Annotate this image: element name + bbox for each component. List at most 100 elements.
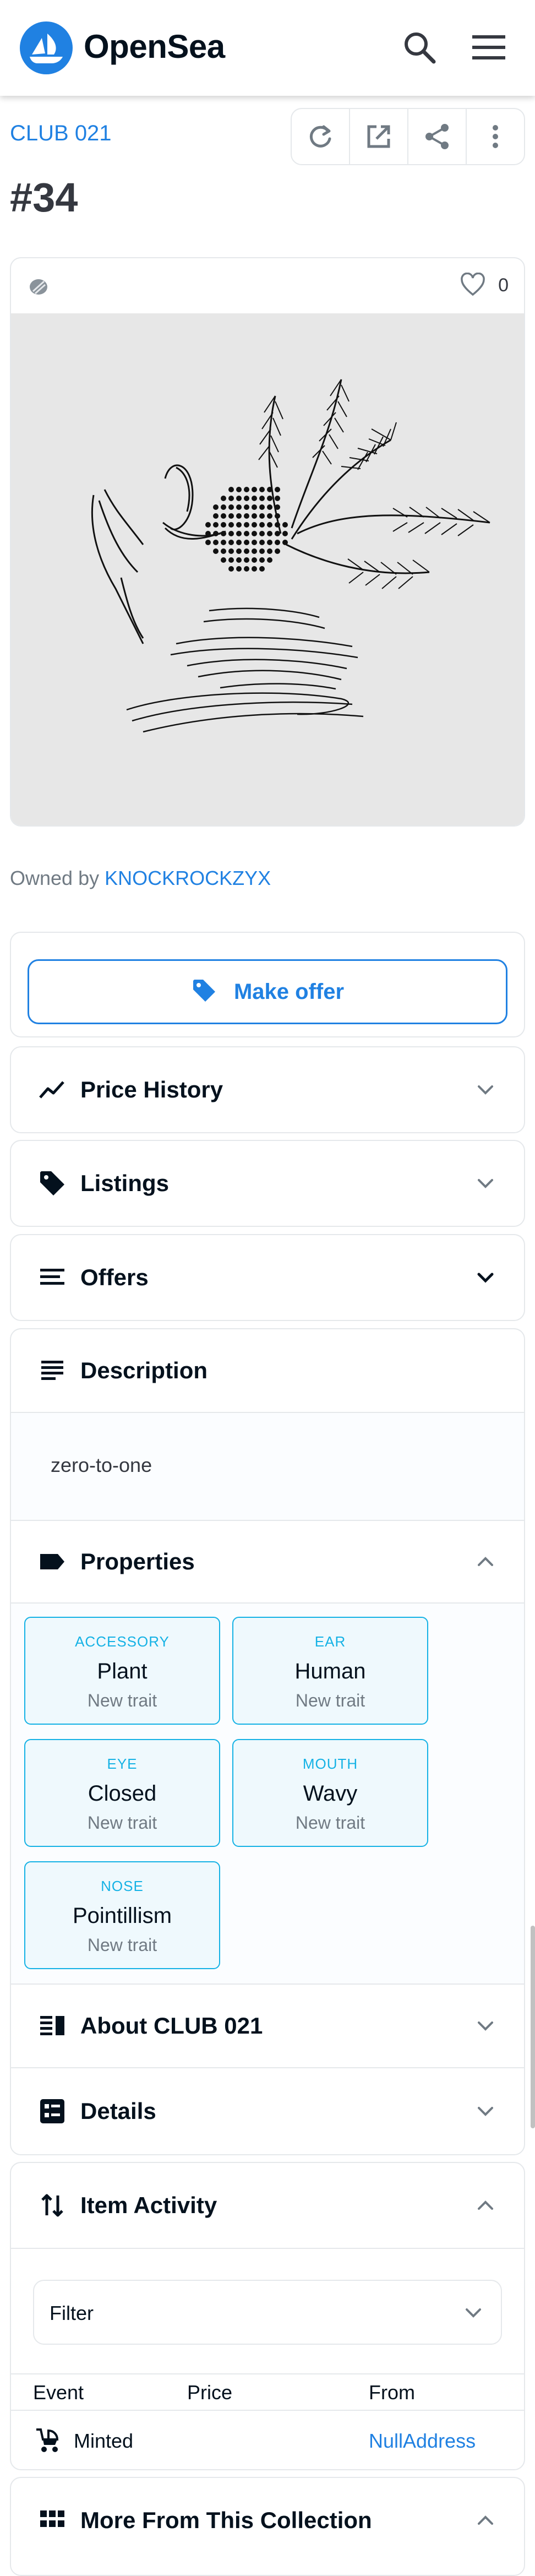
table-row: Minted NullAddress (11, 2409, 524, 2469)
description-body: zero-to-one (11, 1413, 524, 1520)
properties-grid: ACCESSORY Plant New trait EAR Human New … (11, 1604, 524, 1983)
collection-link[interactable]: CLUB 021 (10, 121, 112, 146)
offers-label: Offers (80, 1264, 149, 1290)
chevron-up-icon (473, 1550, 498, 1574)
chain-icon (28, 275, 50, 300)
about-collection-icon (37, 2011, 67, 2041)
tag-icon (191, 977, 217, 1007)
more-from-collection-header[interactable]: More From This Collection (11, 2478, 524, 2563)
trait-rarity: New trait (87, 1935, 157, 1955)
from-address-link[interactable]: NullAddress (369, 2430, 476, 2453)
trait-card[interactable]: EAR Human New trait (232, 1617, 428, 1725)
swap-vertical-icon (37, 2191, 67, 2220)
chevron-down-icon (473, 2099, 498, 2123)
make-offer-label: Make offer (233, 979, 345, 1004)
trait-type: MOUTH (302, 1756, 358, 1772)
grid-icon (37, 2506, 67, 2535)
trait-value: Pointillism (72, 1904, 172, 1928)
details-header[interactable]: Details (11, 2068, 524, 2154)
listings-label: Listings (80, 1170, 170, 1196)
top-nav-bar: OpenSea (0, 0, 535, 96)
list-icon (37, 1263, 67, 1292)
trait-card[interactable]: EYE Closed New trait (24, 1739, 220, 1847)
trait-card[interactable]: NOSE Pointillism New trait (24, 1861, 220, 1969)
item-activity-panel: Item Activity Filter Event Price From Mi… (10, 2162, 525, 2470)
search-icon[interactable] (400, 28, 439, 67)
item-activity-label: Item Activity (80, 2192, 217, 2218)
more-vertical-icon[interactable] (467, 109, 524, 164)
trait-value: Wavy (303, 1781, 358, 1806)
trait-value: Plant (97, 1659, 148, 1683)
description-label: Description (80, 1357, 208, 1383)
listings-header[interactable]: Listings (11, 1141, 524, 1226)
price-history-panel[interactable]: Price History (10, 1046, 525, 1133)
share-icon[interactable] (408, 109, 467, 164)
details-label: Details (80, 2098, 156, 2124)
label-icon (37, 1547, 67, 1577)
trait-type: EYE (107, 1756, 138, 1772)
about-label: About CLUB 021 (80, 2013, 263, 2039)
item-action-bar (291, 108, 525, 165)
chart-line-icon (37, 1075, 67, 1105)
owner-link[interactable]: KNOCKROCKZYX (105, 867, 271, 889)
external-link-icon[interactable] (350, 109, 408, 164)
chevron-down-icon (473, 2014, 498, 2038)
refresh-icon[interactable] (292, 109, 350, 164)
page-scrollbar[interactable] (531, 1926, 535, 2128)
trait-card[interactable]: ACCESSORY Plant New trait (24, 1617, 220, 1725)
price-history-header[interactable]: Price History (11, 1047, 524, 1132)
item-activity-header[interactable]: Item Activity (11, 2163, 524, 2248)
activity-table-header: Event Price From (11, 2373, 524, 2411)
hamburger-menu-icon[interactable] (469, 28, 509, 67)
more-from-collection-label: More From This Collection (80, 2507, 372, 2533)
item-details-block: Description zero-to-one Properties ACCES… (10, 1328, 525, 2155)
opensea-logo-icon[interactable] (20, 21, 73, 74)
item-media-card: 0 (10, 257, 525, 827)
column-header-price: Price (187, 2381, 233, 2404)
listings-panel[interactable]: Listings (10, 1140, 525, 1227)
owner-line: Owned by KNOCKROCKZYX (10, 867, 271, 890)
trait-type: EAR (314, 1633, 346, 1650)
chevron-down-icon (461, 2301, 485, 2328)
more-from-collection-panel: More From This Collection (10, 2477, 525, 2576)
chevron-down-icon (473, 1171, 498, 1195)
properties-label: Properties (80, 1548, 195, 1574)
nft-artwork-image (11, 313, 524, 825)
description-text: zero-to-one (51, 1454, 152, 1476)
details-icon (37, 2096, 67, 2126)
activity-filter-select[interactable]: Filter (33, 2280, 502, 2345)
description-header[interactable]: Description (11, 1329, 524, 1412)
make-offer-button[interactable]: Make offer (28, 959, 507, 1024)
trait-rarity: New trait (295, 1691, 365, 1710)
column-header-from: From (369, 2381, 415, 2404)
chevron-up-icon (473, 2193, 498, 2218)
brand-name[interactable]: OpenSea (84, 28, 225, 66)
chevron-up-icon (473, 2508, 498, 2532)
chevron-down-icon (473, 1078, 498, 1102)
column-header-event: Event (33, 2381, 84, 2404)
owner-prefix: Owned by (10, 867, 100, 889)
favorite-count: 0 (498, 275, 509, 296)
token-title: #34 (10, 175, 78, 220)
trait-rarity: New trait (87, 1691, 157, 1710)
trait-rarity: New trait (295, 1813, 365, 1833)
trait-card[interactable]: MOUTH Wavy New trait (232, 1739, 428, 1847)
price-history-label: Price History (80, 1077, 223, 1102)
filter-label: Filter (50, 2302, 94, 2324)
heart-icon[interactable] (460, 272, 485, 300)
trait-type: NOSE (101, 1878, 144, 1894)
about-header[interactable]: About CLUB 021 (11, 1985, 524, 2067)
offers-panel[interactable]: Offers (10, 1234, 525, 1321)
trait-value: Closed (88, 1781, 157, 1806)
description-icon (37, 1356, 67, 1385)
offer-panel: Make offer (10, 932, 525, 1037)
divider (11, 2248, 524, 2249)
stroller-icon (33, 2425, 62, 2457)
offers-header[interactable]: Offers (11, 1235, 524, 1320)
trait-type: ACCESSORY (75, 1633, 170, 1650)
tag-icon (37, 1169, 67, 1198)
trait-value: Human (294, 1659, 366, 1683)
media-card-header: 0 (11, 258, 524, 314)
trait-rarity: New trait (87, 1813, 157, 1833)
properties-header[interactable]: Properties (11, 1521, 524, 1602)
